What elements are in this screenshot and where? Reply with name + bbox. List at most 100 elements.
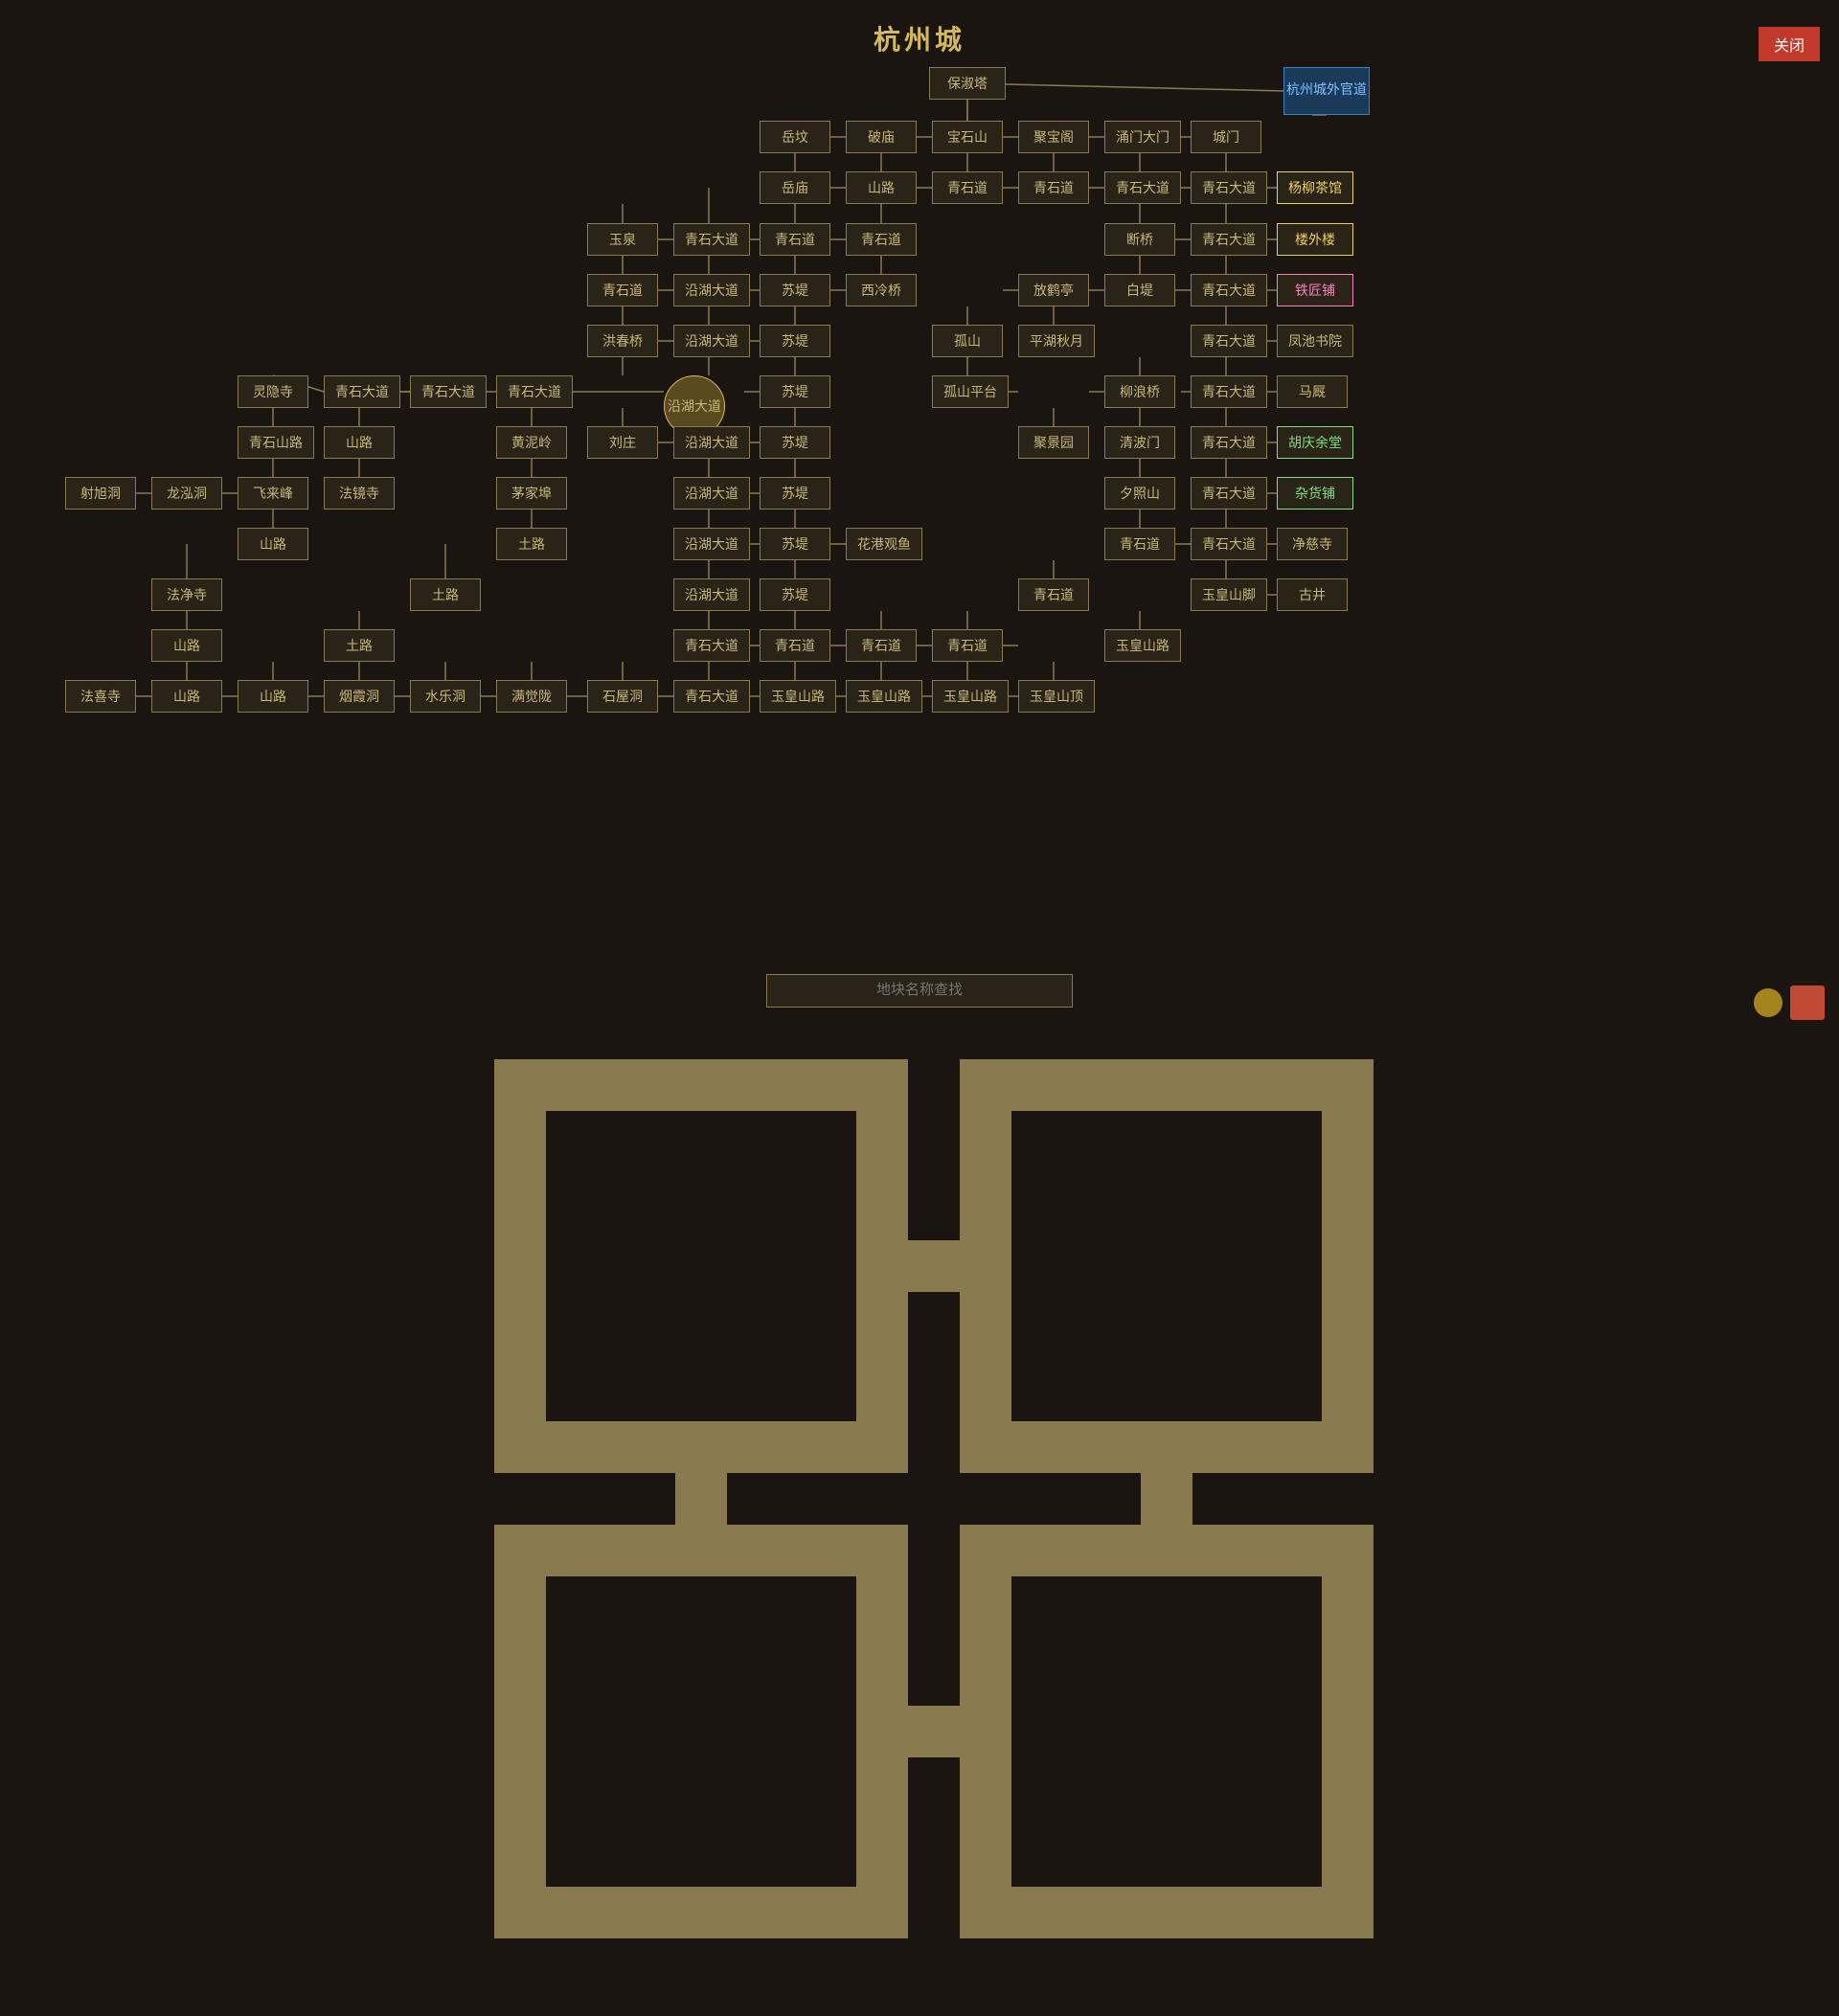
map-node-yanhudadao4[interactable]: 沿湖大道 xyxy=(673,426,750,459)
map-node-qingshidadao12[interactable]: 青石大道 xyxy=(1191,477,1267,510)
map-node-qingshidadao14[interactable]: 青石大道 xyxy=(673,629,750,662)
map-node-sudi5[interactable]: 苏堤 xyxy=(760,477,830,510)
map-node-pomiao[interactable]: 破庙 xyxy=(846,121,917,153)
map-node-yuhuangshanding[interactable]: 玉皇山顶 xyxy=(1018,680,1095,713)
map-node-yanhudadao1[interactable]: 沿湖大道 xyxy=(673,274,750,306)
map-node-qingshidao6[interactable]: 青石道 xyxy=(1104,528,1175,560)
search-input[interactable] xyxy=(766,974,1073,1008)
map-node-shanlu4[interactable]: 山路 xyxy=(238,528,308,560)
map-node-shiwudong[interactable]: 石屋洞 xyxy=(587,680,658,713)
map-node-qingshidao2[interactable]: 青石道 xyxy=(1018,171,1089,204)
map-node-jubaoige[interactable]: 聚宝阁 xyxy=(1018,121,1089,153)
map-node-shanlu2[interactable]: 山路 xyxy=(846,171,917,204)
map-node-qingshidadao6[interactable]: 青石大道 xyxy=(1191,325,1267,357)
map-node-chengmen[interactable]: 城门 xyxy=(1191,121,1261,153)
map-node-yanhudadao2[interactable]: 沿湖大道 xyxy=(673,325,750,357)
map-node-qingshidadao15[interactable]: 青石大道 xyxy=(673,680,750,713)
map-node-sudi4[interactable]: 苏堤 xyxy=(760,426,830,459)
map-node-maojiawei[interactable]: 茅家埠 xyxy=(496,477,567,510)
map-node-sudi7[interactable]: 苏堤 xyxy=(760,578,830,611)
map-node-pinhushanqiu[interactable]: 平湖秋月 xyxy=(1018,325,1095,357)
map-node-yuhuangshanlu4[interactable]: 玉皇山路 xyxy=(932,680,1009,713)
map-node-qingshidadao9[interactable]: 青石大道 xyxy=(496,375,573,408)
map-node-manjuejue[interactable]: 满觉陇 xyxy=(496,680,567,713)
map-node-shexudong[interactable]: 射旭洞 xyxy=(65,477,136,510)
map-node-feilaifeng[interactable]: 飞来峰 xyxy=(238,477,308,510)
map-node-shanlu6[interactable]: 山路 xyxy=(151,680,222,713)
map-node-qingshidadao8[interactable]: 青石大道 xyxy=(410,375,487,408)
map-node-yongmendamen[interactable]: 涌门大门 xyxy=(1104,121,1181,153)
map-node-louwailo[interactable]: 楼外楼 xyxy=(1277,223,1353,256)
map-node-shuiledong[interactable]: 水乐洞 xyxy=(410,680,481,713)
map-node-qingshidadao1[interactable]: 青石大道 xyxy=(1104,171,1181,204)
map-node-shanlu3[interactable]: 山路 xyxy=(324,426,395,459)
map-node-fahasi[interactable]: 法喜寺 xyxy=(65,680,136,713)
map-node-yuhuangshanlu3[interactable]: 玉皇山路 xyxy=(846,680,922,713)
map-node-tulu1[interactable]: 土路 xyxy=(496,528,567,560)
map-node-qingshishanzhu[interactable]: 青石山路 xyxy=(238,426,314,459)
map-node-yanhudadao7[interactable]: 沿湖大道 xyxy=(673,578,750,611)
map-icon[interactable] xyxy=(14,982,53,1020)
map-node-sudi2[interactable]: 苏堤 xyxy=(760,325,830,357)
map-node-huqingyutang[interactable]: 胡庆余堂 xyxy=(1277,426,1353,459)
map-node-duanqiao[interactable]: 断桥 xyxy=(1104,223,1175,256)
map-node-yuquan[interactable]: 玉泉 xyxy=(587,223,658,256)
map-node-qingshidadao13[interactable]: 青石大道 xyxy=(1191,528,1267,560)
map-node-longpengdong[interactable]: 龙泓洞 xyxy=(151,477,222,510)
map-node-qingshidao8[interactable]: 青石道 xyxy=(760,629,830,662)
map-node-mafeng[interactable]: 马厩 xyxy=(1277,375,1348,408)
map-node-sudi1[interactable]: 苏堤 xyxy=(760,274,830,306)
map-node-xilengqiao[interactable]: 西冷桥 xyxy=(846,274,917,306)
map-node-qingshidadao7[interactable]: 青石大道 xyxy=(324,375,400,408)
map-node-shanlu7[interactable]: 山路 xyxy=(238,680,308,713)
map-node-tiejianzhuang[interactable]: 铁匠铺 xyxy=(1277,274,1353,306)
map-node-gushanpingtai[interactable]: 孤山平台 xyxy=(932,375,1009,408)
map-node-qingbomen[interactable]: 清波门 xyxy=(1104,426,1175,459)
map-node-baosuta[interactable]: 保淑塔 xyxy=(929,67,1006,100)
map-node-sudi3[interactable]: 苏堤 xyxy=(760,375,830,408)
map-node-baoshishan[interactable]: 宝石山 xyxy=(932,121,1003,153)
map-node-yuemiao[interactable]: 岳庙 xyxy=(760,171,830,204)
map-node-liuzhuang[interactable]: 刘庄 xyxy=(587,426,658,459)
map-node-qingshidao9[interactable]: 青石道 xyxy=(846,629,917,662)
map-node-sudi6[interactable]: 苏堤 xyxy=(760,528,830,560)
close-button[interactable]: 关闭 xyxy=(1759,27,1820,61)
map-node-huangnilin[interactable]: 黄泥岭 xyxy=(496,426,567,459)
map-node-qingshidadao2[interactable]: 青石大道 xyxy=(1191,171,1267,204)
map-node-yanliuchaguan[interactable]: 杨柳茶馆 xyxy=(1277,171,1353,204)
map-node-jujingyuan[interactable]: 聚景园 xyxy=(1018,426,1089,459)
map-node-hangzhouchengwai[interactable]: 杭州城外官道 xyxy=(1283,67,1370,115)
map-node-yanxiadong[interactable]: 烟霞洞 xyxy=(324,680,395,713)
map-node-baidi[interactable]: 白堤 xyxy=(1104,274,1175,306)
map-node-yanhudadao6[interactable]: 沿湖大道 xyxy=(673,528,750,560)
map-node-qingshidao1[interactable]: 青石道 xyxy=(932,171,1003,204)
map-node-shanlu5[interactable]: 山路 xyxy=(151,629,222,662)
map-node-xizhaoshan[interactable]: 夕照山 xyxy=(1104,477,1175,510)
map-node-zahuopuzk[interactable]: 杂货铺 xyxy=(1277,477,1353,510)
map-node-yuefen[interactable]: 岳坟 xyxy=(760,121,830,153)
map-node-qingshidao3[interactable]: 青石道 xyxy=(760,223,830,256)
map-node-huagangguanyu[interactable]: 花港观鱼 xyxy=(846,528,922,560)
map-node-fengchishuyuan[interactable]: 凤池书院 xyxy=(1277,325,1353,357)
map-node-tulu3[interactable]: 土路 xyxy=(324,629,395,662)
map-node-qingshidao10[interactable]: 青石道 xyxy=(932,629,1003,662)
map-node-gushan[interactable]: 孤山 xyxy=(932,325,1003,357)
map-node-yuhuangshanlu2[interactable]: 玉皇山路 xyxy=(760,680,836,713)
map-node-yanhudadao5[interactable]: 沿湖大道 xyxy=(673,477,750,510)
map-node-qingshidadao5[interactable]: 青石大道 xyxy=(1191,274,1267,306)
map-node-qingshidao5[interactable]: 青石道 xyxy=(587,274,658,306)
map-node-fajingsi[interactable]: 法镜寺 xyxy=(324,477,395,510)
map-node-faluosi[interactable]: 法净寺 xyxy=(151,578,222,611)
map-node-gujing[interactable]: 古井 xyxy=(1277,578,1348,611)
map-node-qingshidadao4[interactable]: 青石大道 xyxy=(1191,223,1267,256)
map-node-qingshidadao10[interactable]: 青石大道 xyxy=(1191,375,1267,408)
map-node-yuhuangshanjiao[interactable]: 玉皇山脚 xyxy=(1191,578,1267,611)
map-node-jingcisi[interactable]: 净慈寺 xyxy=(1277,528,1348,560)
map-node-qingshidao7[interactable]: 青石道 xyxy=(1018,578,1089,611)
map-node-yuhuangshanlu[interactable]: 玉皇山路 xyxy=(1104,629,1181,662)
map-node-liulangqiao[interactable]: 柳浪桥 xyxy=(1104,375,1175,408)
map-node-qingshidadao3[interactable]: 青石大道 xyxy=(673,223,750,256)
map-node-lingyinsi[interactable]: 灵隐寺 xyxy=(238,375,308,408)
map-node-hongchunqiao[interactable]: 洪春桥 xyxy=(587,325,658,357)
map-node-fanghe[interactable]: 放鹤亭 xyxy=(1018,274,1089,306)
